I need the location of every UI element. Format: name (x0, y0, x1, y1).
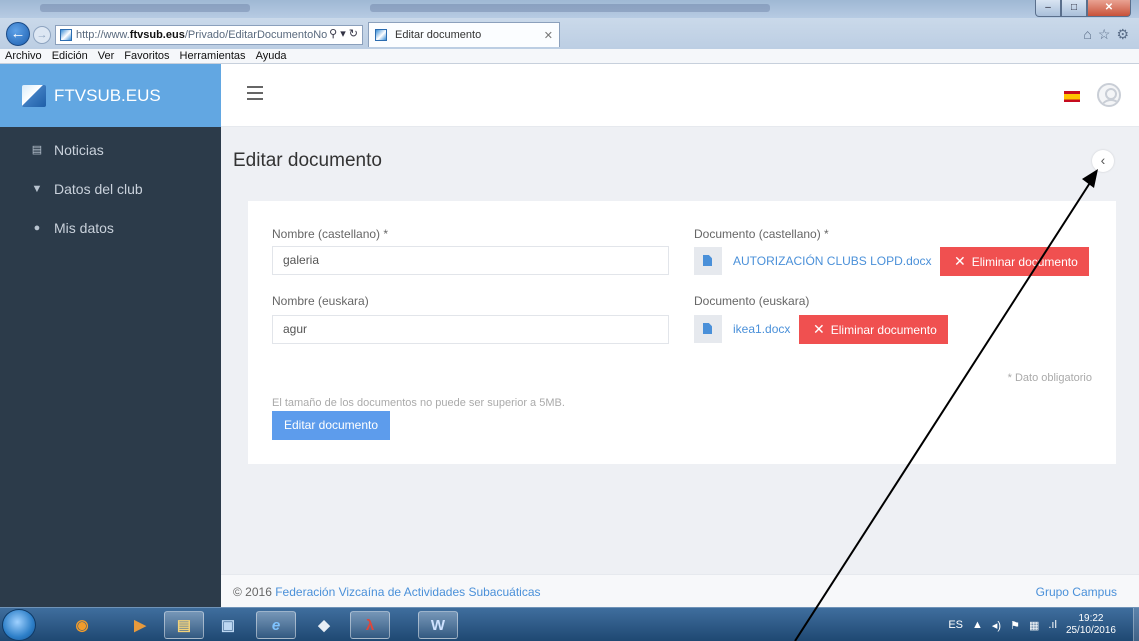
windows-taskbar: ◉ ▶ ▤ ▣ e ◆ λ W ES ▲ ◂) ⚑ ▦ .ıl 19:22 25… (0, 607, 1139, 641)
url-domain: ftvsub.eus (129, 29, 185, 41)
delete-doc-es-button[interactable]: ✕ Eliminar documento (940, 247, 1089, 276)
menu-ver[interactable]: Ver (93, 49, 120, 63)
tab-title: Editar documento (395, 29, 482, 41)
browser-toolbar: ← → http://www. ftvsub.eus/Privado/Editar… (0, 18, 1139, 49)
search-refresh-icons[interactable]: ⚲ ▾ ↻ (327, 27, 358, 40)
url-prefix: http://www. (76, 29, 130, 41)
blurred-title-left (40, 4, 250, 12)
document-file-icon (694, 315, 722, 343)
annotation-arrow-head (1082, 169, 1098, 188)
network-icon[interactable]: ▦ (1029, 619, 1039, 632)
delete-button-label: Eliminar documento (971, 255, 1078, 269)
footer: © 2016 Federación Vizcaína de Actividade… (221, 574, 1139, 607)
clock[interactable]: 19:22 25/10/2016 (1066, 613, 1116, 637)
close-tab-icon[interactable]: ✕ (544, 29, 553, 42)
doc-eu-file-link[interactable]: ikea1.docx (733, 315, 790, 343)
delete-doc-eu-button[interactable]: ✕ Eliminar documento (799, 315, 948, 344)
sidebar-item-noticias[interactable]: ▤ Noticias (0, 130, 221, 169)
home-icon[interactable]: ⌂ (1083, 26, 1091, 43)
address-bar[interactable]: http://www. ftvsub.eus/Privado/EditarDocu… (55, 25, 363, 45)
brand-header[interactable]: FTVSUB.EUS (0, 64, 221, 127)
sidebar-item-label: Datos del club (54, 180, 143, 197)
delete-button-label: Eliminar documento (830, 323, 937, 337)
action-center-flag-icon[interactable]: ⚑ (1010, 619, 1020, 632)
forward-button[interactable]: → (33, 26, 51, 44)
size-limit-note: El tamaño de los documentos no puede ser… (272, 397, 565, 409)
tab-favicon-icon (375, 29, 387, 41)
newspaper-icon: ▤ (31, 144, 43, 156)
app-shortcut-icon[interactable]: ◆ (304, 611, 344, 639)
browser-menubar: Archivo Edición Ver Favoritos Herramient… (0, 49, 1139, 64)
acrobat-reader-icon[interactable]: λ (350, 611, 390, 639)
doc-es-file-link[interactable]: AUTORIZACIÓN CLUBS LOPD.docx (733, 247, 932, 275)
favorites-star-icon[interactable]: ☆ (1098, 26, 1111, 43)
maximize-button[interactable]: □ (1061, 0, 1087, 17)
internet-explorer-icon[interactable]: e (256, 611, 296, 639)
name-eu-label: Nombre (euskara) (272, 294, 369, 308)
menu-favoritos[interactable]: Favoritos (119, 49, 174, 63)
back-button[interactable]: ← (6, 22, 30, 46)
browser-toolbar-icons: ⌂ ☆ ⚙ (1083, 26, 1129, 43)
word-icon[interactable]: W (418, 611, 458, 639)
signal-bars-icon[interactable]: .ıl (1048, 619, 1057, 631)
menu-toggle-icon[interactable] (247, 86, 263, 100)
name-eu-input[interactable]: agur (272, 315, 669, 344)
menu-ayuda[interactable]: Ayuda (251, 49, 292, 63)
spain-flag-icon[interactable] (1064, 91, 1080, 102)
brand-logo-icon (22, 84, 46, 107)
close-x-icon: ✕ (954, 253, 966, 269)
sidebar: FTVSUB.EUS ▤ Noticias ▼ Datos del club ●… (0, 64, 221, 607)
submit-edit-button[interactable]: Editar documento (272, 411, 390, 440)
footer-copyright: © 2016 Federación Vizcaína de Actividade… (233, 585, 541, 599)
page-title: Editar documento (233, 150, 382, 171)
language-indicator[interactable]: ES (948, 619, 963, 631)
sidebar-item-datos-club[interactable]: ▼ Datos del club (0, 169, 221, 208)
start-button-icon[interactable] (2, 609, 36, 641)
clock-time: 19:22 (1078, 613, 1104, 624)
file-explorer-icon[interactable]: ▤ (164, 611, 204, 639)
brand-name: FTVSUB.EUS (54, 85, 161, 105)
show-desktop-button[interactable] (1133, 608, 1139, 641)
document-file-icon (694, 247, 722, 275)
close-x-icon: ✕ (813, 321, 825, 337)
volume-icon[interactable]: ◂) (992, 619, 1001, 632)
doc-es-label: Documento (castellano) * (694, 227, 829, 241)
close-window-button[interactable]: ✕ (1087, 0, 1131, 17)
name-es-input[interactable]: galeria (272, 246, 669, 275)
federation-link[interactable]: Federación Vizcaína de Actividades Subac… (275, 585, 540, 599)
window-titlebar: – □ ✕ (0, 0, 1139, 18)
user-icon: ● (33, 221, 41, 234)
grupo-campus-link[interactable]: Grupo Campus (1036, 585, 1117, 599)
browser-tab[interactable]: Editar documento ✕ (368, 22, 560, 47)
sidebar-item-label: Noticias (54, 141, 104, 158)
menu-archivo[interactable]: Archivo (0, 49, 47, 63)
window-controls: – □ ✕ (1035, 0, 1131, 17)
clock-date: 25/10/2016 (1065, 625, 1116, 636)
sidebar-item-mis-datos[interactable]: ● Mis datos (0, 208, 221, 247)
menu-edicion[interactable]: Edición (47, 49, 93, 63)
settings-gear-icon[interactable]: ⚙ (1116, 26, 1129, 43)
edit-document-form: Nombre (castellano) * galeria Nombre (eu… (248, 201, 1116, 464)
site-favicon-icon (60, 29, 72, 41)
sidebar-item-label: Mis datos (54, 219, 114, 236)
system-tray: ES ▲ ◂) ⚑ ▦ .ıl 19:22 25/10/2016 (948, 608, 1131, 641)
shield-icon: ▼ (31, 182, 43, 195)
user-avatar-icon[interactable] (1097, 83, 1121, 107)
required-note: * Dato obligatorio (1007, 372, 1092, 384)
tray-expand-icon[interactable]: ▲ (972, 619, 983, 631)
remote-desktop-icon[interactable]: ▣ (208, 611, 248, 639)
blurred-title-center (370, 4, 770, 12)
url-path: /Privado/EditarDocumentoNoti (184, 29, 333, 41)
minimize-button[interactable]: – (1035, 0, 1061, 17)
media-player-icon[interactable]: ▶ (120, 611, 160, 639)
menu-herramientas[interactable]: Herramientas (175, 49, 251, 63)
app-topbar (221, 64, 1139, 127)
firefox-icon[interactable]: ◉ (62, 611, 102, 639)
doc-eu-label: Documento (euskara) (694, 294, 810, 308)
name-es-label: Nombre (castellano) * (272, 227, 389, 241)
chevron-left-icon[interactable]: ‹ (1092, 150, 1114, 172)
copyright-text: © 2016 (233, 585, 276, 599)
